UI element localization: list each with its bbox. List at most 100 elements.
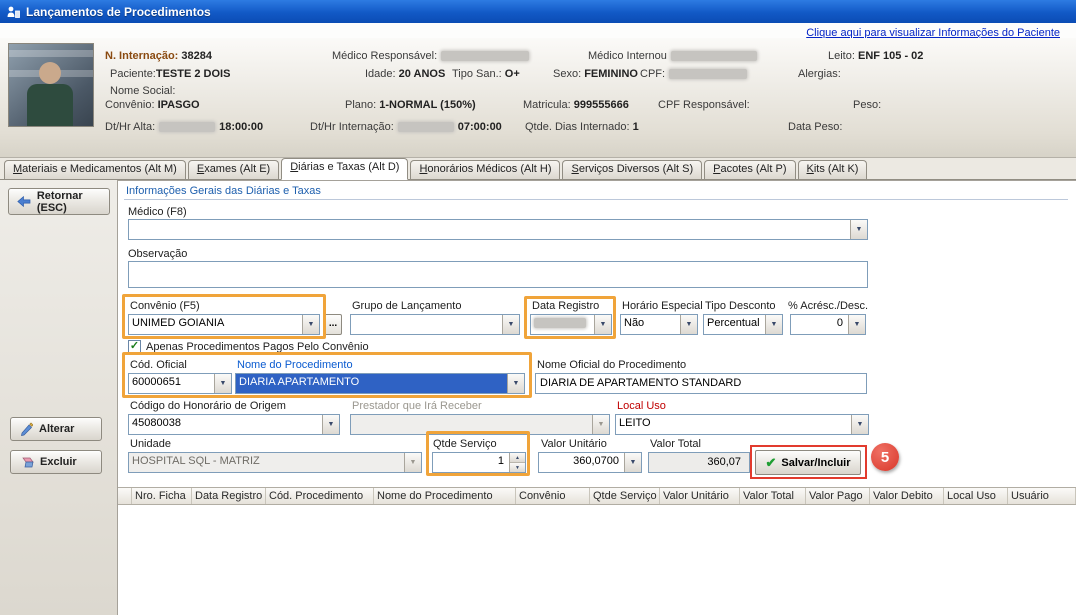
chevron-down-icon[interactable]: ▼ [302, 315, 319, 334]
tipo-desconto-select[interactable]: Percentual ▼ [703, 314, 783, 335]
chevron-down-icon[interactable]: ▼ [624, 453, 641, 472]
main-panel: Informações Gerais das Diárias e Taxas M… [118, 180, 1076, 615]
nome-procedimento-select[interactable]: DIARIA APARTAMENTO ▼ [235, 373, 525, 394]
chevron-down-icon[interactable]: ▼ [502, 315, 519, 334]
tab-diarias-taxas[interactable]: Diárias e Taxas (Alt D) [281, 158, 408, 180]
pencil-icon [19, 422, 33, 436]
app-icon [6, 5, 20, 19]
spin-up-icon: ▲ [510, 453, 525, 462]
column-valor-debito[interactable]: Valor Debito [870, 488, 944, 504]
tab-exames[interactable]: Exames (Alt E) [188, 160, 279, 179]
section-title: Informações Gerais das Diárias e Taxas [126, 185, 321, 197]
tab-pacotes[interactable]: Pacotes (Alt P) [704, 160, 795, 179]
tipo-desconto-label: Tipo Desconto [705, 300, 776, 312]
chevron-down-icon[interactable]: ▼ [214, 374, 231, 393]
column-nome-procedimento[interactable]: Nome do Procedimento [374, 488, 516, 504]
field-idade: Idade: 20 ANOS [365, 68, 445, 80]
chevron-down-icon[interactable]: ▼ [680, 315, 697, 334]
column-valor-unitario[interactable]: Valor Unitário [660, 488, 740, 504]
field-medico-internou: Médico Internou [588, 50, 761, 62]
apenas-pagos-checkbox[interactable]: ✓ Apenas Procedimentos Pagos Pelo Convên… [128, 340, 369, 353]
chevron-down-icon[interactable]: ▼ [507, 374, 524, 393]
cod-oficial-label: Cód. Oficial [130, 359, 187, 371]
sidebar: Retornar (ESC) Alterar Excluir [0, 180, 118, 615]
column-usuario[interactable]: Usuário [1008, 488, 1076, 504]
excluir-button[interactable]: Excluir [10, 450, 102, 474]
chevron-down-icon[interactable]: ▼ [322, 415, 339, 434]
valor-unitario-label: Valor Unitário [541, 438, 607, 450]
results-table-header: Nro. Ficha Data Registro Cód. Procedimen… [118, 487, 1076, 505]
column-qtde-servico[interactable]: Qtde Serviço [590, 488, 660, 504]
column-local-uso[interactable]: Local Uso [944, 488, 1008, 504]
title-bar: Lançamentos de Procedimentos [0, 0, 1076, 23]
valor-unitario-select[interactable]: 360,0700 ▼ [538, 452, 642, 473]
data-registro-select[interactable]: ▼ [530, 314, 612, 335]
column-convenio[interactable]: Convênio [516, 488, 590, 504]
field-internacao: N. Internação: 38284 [105, 50, 212, 62]
cod-oficial-select[interactable]: 60000651 ▼ [128, 373, 232, 394]
link-row: Clique aqui para visualizar Informações … [0, 23, 1076, 38]
medico-select[interactable]: ▼ [128, 219, 868, 240]
chevron-down-icon[interactable]: ▼ [594, 315, 611, 334]
nome-oficial-input[interactable]: DIARIA DE APARTAMENTO STANDARD [535, 373, 867, 394]
app-window: Lançamentos de Procedimentos Clique aqui… [0, 0, 1076, 615]
data-registro-label: Data Registro [532, 300, 599, 312]
acresc-desc-select[interactable]: 0 ▼ [790, 314, 866, 335]
alterar-button[interactable]: Alterar [10, 417, 102, 441]
tab-servicos-diversos[interactable]: Serviços Diversos (Alt S) [562, 160, 702, 179]
column-nro-ficha[interactable]: Nro. Ficha [132, 488, 192, 504]
field-medico-responsavel: Médico Responsável: [332, 50, 533, 62]
chevron-down-icon[interactable]: ▼ [848, 315, 865, 334]
salvar-incluir-button[interactable]: ✔ Salvar/Incluir [755, 450, 861, 475]
column-valor-pago[interactable]: Valor Pago [806, 488, 870, 504]
qtde-servico-label: Qtde Serviço [433, 438, 497, 450]
observacao-input[interactable] [128, 261, 868, 288]
medico-label: Médico (F8) [128, 206, 187, 218]
column-icon[interactable] [118, 488, 132, 504]
field-cpf: CPF: [640, 68, 751, 80]
field-paciente: Paciente:TESTE 2 DOIS [110, 68, 230, 80]
redacted-medico-internou [671, 51, 757, 61]
field-nome-social: Nome Social: [110, 85, 175, 97]
tab-materiais-medicamentos[interactable]: Materiais e Medicamentos (Alt M) [4, 160, 186, 179]
qtde-servico-stepper[interactable]: 1 ▲▼ [432, 452, 526, 473]
field-qtde-dias: Qtde. Dias Internado: 1 [525, 121, 639, 133]
field-matricula: Matricula: 999555666 [523, 99, 629, 111]
field-peso: Peso: [853, 99, 881, 111]
redacted-data-internacao [398, 122, 454, 132]
valor-total-label: Valor Total [650, 438, 701, 450]
step-badge: 5 [871, 443, 899, 471]
results-table-body[interactable] [118, 505, 1076, 615]
chevron-down-icon[interactable]: ▼ [850, 220, 867, 239]
horario-especial-label: Horário Especial [622, 300, 703, 312]
section-divider [124, 199, 1068, 200]
spin-down-icon: ▼ [510, 462, 525, 472]
convenio-label: Convênio (F5) [130, 300, 200, 312]
content-area: Retornar (ESC) Alterar Excluir Informaçõ… [0, 180, 1076, 615]
column-valor-total[interactable]: Valor Total [740, 488, 806, 504]
convenio-select[interactable]: UNIMED GOIANIA ▼ [128, 314, 320, 335]
photo-background [9, 50, 93, 57]
redacted-medico-responsavel [441, 51, 529, 61]
checkbox-check-icon[interactable]: ✓ [128, 340, 141, 353]
chevron-down-icon[interactable]: ▼ [851, 415, 868, 434]
convenio-browse-button[interactable]: ... [324, 314, 342, 335]
field-tipo-sanguineo: Tipo San.: O+ [452, 68, 520, 80]
tab-kits[interactable]: Kits (Alt K) [798, 160, 868, 179]
column-cod-procedimento[interactable]: Cód. Procedimento [266, 488, 374, 504]
chevron-down-icon[interactable]: ▼ [765, 315, 782, 334]
field-data-peso: Data Peso: [788, 121, 842, 133]
local-uso-select[interactable]: LEITO ▼ [615, 414, 869, 435]
patient-header: N. Internação: 38284 Médico Responsável:… [0, 38, 1076, 158]
field-dthr-alta: Dt/Hr Alta:18:00:00 [105, 121, 263, 133]
cod-honorario-select[interactable]: 45080038 ▼ [128, 414, 340, 435]
spinner-buttons[interactable]: ▲▼ [509, 453, 525, 472]
local-uso-label: Local Uso [617, 400, 666, 412]
horario-especial-select[interactable]: Não ▼ [620, 314, 698, 335]
grupo-lancamento-select[interactable]: ▼ [350, 314, 520, 335]
unidade-label: Unidade [130, 438, 171, 450]
tab-honorarios-medicos[interactable]: Honorários Médicos (Alt H) [410, 160, 560, 179]
column-data-registro[interactable]: Data Registro [192, 488, 266, 504]
retornar-button[interactable]: Retornar (ESC) [8, 188, 110, 215]
field-dthr-internacao: Dt/Hr Internação:07:00:00 [310, 121, 502, 133]
